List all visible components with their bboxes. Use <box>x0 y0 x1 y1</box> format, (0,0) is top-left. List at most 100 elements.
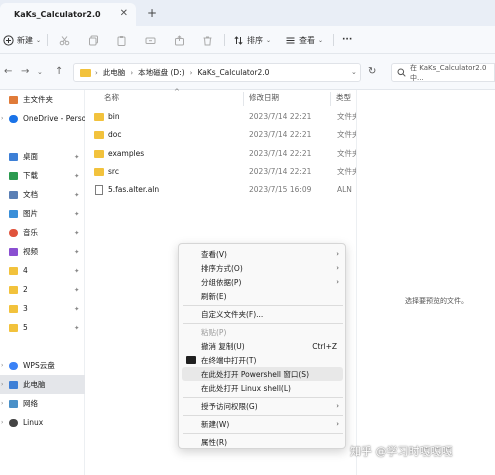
close-tab-icon[interactable]: ✕ <box>120 8 128 19</box>
expand-chevron-icon[interactable]: › <box>1 419 3 426</box>
file-row-doc[interactable]: doc 2023/7/14 22:21 文件夹 <box>94 126 356 143</box>
menu-item-refresh[interactable]: 刷新(E) <box>182 289 343 303</box>
menu-item-new[interactable]: 新建(W) › <box>182 417 343 431</box>
up-arrow-icon[interactable]: ↑ <box>55 66 63 77</box>
menu-divider <box>183 323 343 324</box>
chevron-down-icon: ⌄ <box>36 36 42 44</box>
menu-item-properties[interactable]: 属性(R) <box>182 435 343 449</box>
column-header-name[interactable]: 名称 <box>104 92 119 108</box>
this-pc-icon <box>9 380 18 389</box>
file-row-src[interactable]: src 2023/7/14 22:21 文件夹 <box>94 163 356 180</box>
folder-icon <box>94 149 104 158</box>
navigation-pane: 主文件夹 › OneDrive - Perso 桌面 ✦ 下载 ✦ 文档 ✦ 图… <box>0 90 85 475</box>
sidebar-item-network[interactable]: › 网络 <box>0 394 85 413</box>
sidebar-item-home[interactable]: 主文件夹 <box>0 90 85 109</box>
new-button[interactable]: 新建 ⌄ <box>3 32 41 48</box>
folder-icon <box>9 323 18 332</box>
folder-icon <box>94 112 104 121</box>
address-dropdown-icon[interactable]: ⌄ <box>351 68 357 76</box>
pin-icon[interactable]: ✦ <box>74 172 79 180</box>
sidebar-item-music[interactable]: 音乐 ✦ <box>0 223 85 242</box>
menu-item-label: 粘贴(P) <box>201 327 227 337</box>
column-divider[interactable] <box>243 92 244 106</box>
sidebar-item-desktop[interactable]: 桌面 ✦ <box>0 147 85 166</box>
menu-item-group-by[interactable]: 分组依据(P) › <box>182 275 343 289</box>
sidebar-item-label: 此电脑 <box>23 380 46 389</box>
menu-item-give-access[interactable]: 授予访问权限(G) › <box>182 399 343 413</box>
copy-button[interactable] <box>88 32 99 48</box>
expand-chevron-icon[interactable]: › <box>1 362 3 369</box>
command-bar: 新建 ⌄ 排序 ⌄ 查看 ⌄ ··· <box>0 26 495 54</box>
expand-chevron-icon[interactable]: › <box>1 381 3 388</box>
sidebar-item-linux[interactable]: › Linux <box>0 413 85 432</box>
pin-icon[interactable]: ✦ <box>74 248 79 256</box>
sidebar-item-label: 音乐 <box>23 228 38 237</box>
sidebar-item-documents[interactable]: 文档 ✦ <box>0 185 85 204</box>
expand-chevron-icon[interactable]: › <box>1 115 3 122</box>
menu-item-view[interactable]: 查看(V) › <box>182 247 343 261</box>
sidebar-item-downloads[interactable]: 下载 ✦ <box>0 166 85 185</box>
rename-button[interactable] <box>145 32 156 48</box>
sidebar-item-folder-3[interactable]: 3 ✦ <box>0 299 85 318</box>
column-header-type[interactable]: 类型 <box>336 92 351 108</box>
document-icon <box>95 184 103 195</box>
sidebar-item-folder-5[interactable]: 5 ✦ <box>0 318 85 337</box>
view-button[interactable]: 查看 ⌄ <box>285 32 323 48</box>
submenu-arrow-icon: › <box>336 264 339 272</box>
pin-icon[interactable]: ✦ <box>74 286 79 294</box>
add-tab-icon[interactable]: + <box>147 6 157 20</box>
menu-item-sort-by[interactable]: 排序方式(O) › <box>182 261 343 275</box>
menu-item-open-linux-shell[interactable]: 在此处打开 Linux shell(L) <box>182 381 343 395</box>
sidebar-item-folder-2[interactable]: 2 ✦ <box>0 280 85 299</box>
column-divider[interactable] <box>330 92 331 106</box>
menu-item-customize-folder[interactable]: 自定义文件夹(F)... <box>182 307 343 321</box>
breadcrumb-this-pc[interactable]: 此电脑 <box>103 67 126 78</box>
sidebar-item-onedrive[interactable]: › OneDrive - Perso <box>0 109 85 128</box>
breadcrumb-chevron-icon: › <box>189 68 193 77</box>
sidebar-item-this-pc[interactable]: › 此电脑 <box>0 375 85 394</box>
back-arrow-icon[interactable]: ← <box>4 66 12 77</box>
sidebar-item-videos[interactable]: 视频 ✦ <box>0 242 85 261</box>
sidebar-item-folder-4[interactable]: 4 ✦ <box>0 261 85 280</box>
menu-item-paste[interactable]: 粘贴(P) <box>182 325 343 339</box>
sidebar-item-label: 3 <box>23 304 28 313</box>
pin-icon[interactable]: ✦ <box>74 191 79 199</box>
breadcrumb-local-disk[interactable]: 本地磁盘 (D:) <box>138 67 185 78</box>
sidebar-item-label: 5 <box>23 323 28 332</box>
cut-button[interactable] <box>59 32 70 48</box>
refresh-icon[interactable]: ↻ <box>368 66 376 77</box>
more-options-button[interactable]: ··· <box>342 32 352 48</box>
delete-button[interactable] <box>202 32 213 48</box>
file-row-examples[interactable]: examples 2023/7/14 22:21 文件夹 <box>94 145 356 162</box>
pin-icon[interactable]: ✦ <box>74 305 79 313</box>
menu-item-undo-copy[interactable]: 撤消 复制(U) Ctrl+Z <box>182 339 343 353</box>
pin-icon[interactable]: ✦ <box>74 267 79 275</box>
onedrive-icon <box>9 114 18 123</box>
sort-button-label: 排序 <box>247 35 263 45</box>
breadcrumb[interactable]: › 此电脑 › 本地磁盘 (D:) › KaKs_Calculator2.0 <box>73 63 361 82</box>
folder-icon <box>94 130 104 139</box>
search-input[interactable]: 在 KaKs_Calculator2.0 中... <box>391 63 495 82</box>
sort-button[interactable]: 排序 ⌄ <box>233 32 271 48</box>
history-chevron-icon[interactable]: ⌄ <box>37 68 43 76</box>
menu-item-open-in-terminal[interactable]: 在终端中打开(T) <box>182 353 343 367</box>
breadcrumb-current-folder[interactable]: KaKs_Calculator2.0 <box>197 68 269 77</box>
file-row-bin[interactable]: bin 2023/7/14 22:21 文件夹 <box>94 108 356 125</box>
network-icon <box>9 399 18 408</box>
menu-item-open-powershell[interactable]: 在此处打开 Powershell 窗口(S) <box>182 367 343 381</box>
view-button-label: 查看 <box>299 35 315 45</box>
expand-chevron-icon[interactable]: › <box>1 400 3 407</box>
paste-button[interactable] <box>116 32 127 48</box>
pin-icon[interactable]: ✦ <box>74 229 79 237</box>
pin-icon[interactable]: ✦ <box>74 324 79 332</box>
sidebar-item-wps-cloud[interactable]: › WPS云盘 <box>0 356 85 375</box>
pin-icon[interactable]: ✦ <box>74 210 79 218</box>
pin-icon[interactable]: ✦ <box>74 153 79 161</box>
folder-icon <box>9 304 18 313</box>
column-header-date[interactable]: 修改日期 <box>249 92 279 108</box>
forward-arrow-icon[interactable]: → <box>21 66 29 77</box>
window-tab[interactable]: KaKs_Calculator2.0 ✕ <box>0 3 136 26</box>
sidebar-item-pictures[interactable]: 图片 ✦ <box>0 204 85 223</box>
share-button[interactable] <box>174 32 185 48</box>
file-row-aln[interactable]: 5.fas.alter.aln 2023/7/15 16:09 ALN <box>94 181 356 198</box>
